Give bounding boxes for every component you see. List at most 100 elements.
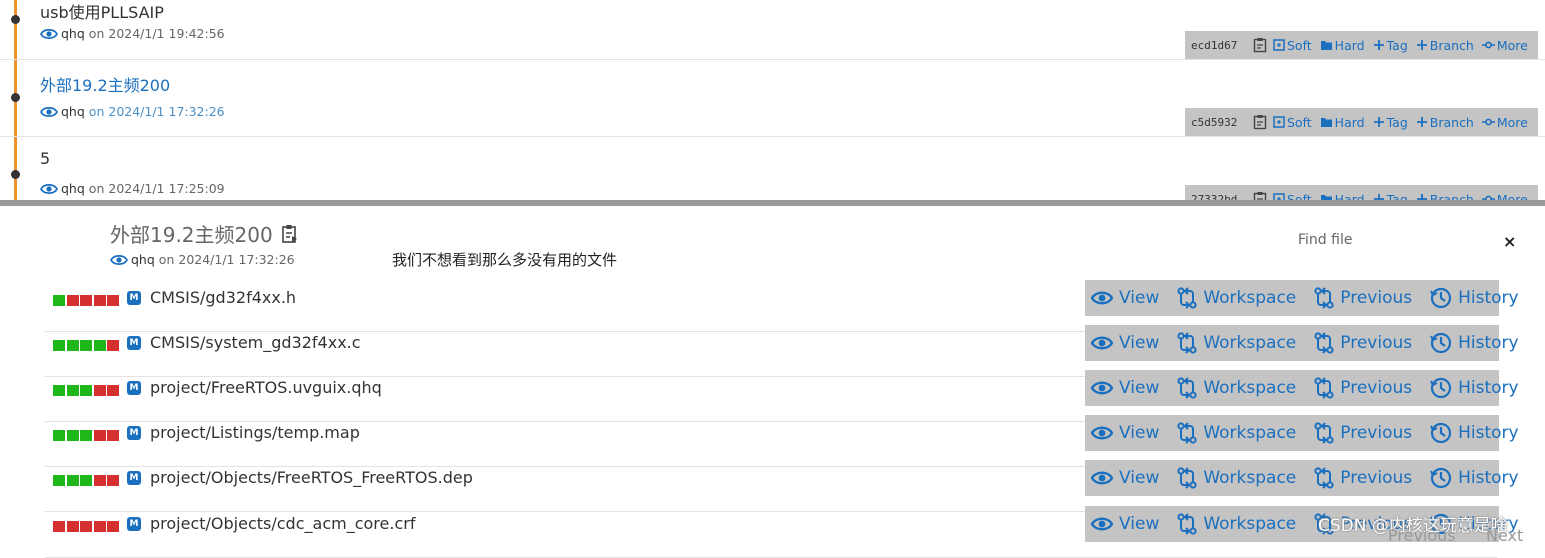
workspace-label: Workspace — [1203, 288, 1297, 308]
more-button[interactable]: More — [1481, 38, 1528, 53]
add-tag-button[interactable]: Tag — [1373, 192, 1408, 200]
compare-icon — [1177, 377, 1197, 399]
find-file-input[interactable]: Find file — [1298, 232, 1352, 248]
pager-previous[interactable]: Previous — [1388, 526, 1456, 545]
view-button[interactable]: View — [1091, 333, 1159, 353]
history-button[interactable]: History — [1430, 422, 1519, 444]
file-path[interactable]: CMSIS/system_gd32f4xx.c — [150, 333, 361, 352]
eye-icon — [40, 106, 58, 117]
plus-icon — [1416, 194, 1427, 200]
plus-icon — [1416, 117, 1427, 127]
diff-stat-block: r — [66, 295, 79, 306]
diff-stat-bars: ggggr — [53, 340, 121, 351]
diff-stat-block: g — [53, 475, 65, 486]
close-icon[interactable]: × — [1503, 232, 1516, 251]
commit-message[interactable]: usb使用PLLSAIP — [40, 0, 164, 23]
diff-stat-bars: grrrr — [53, 295, 121, 306]
history-label: History — [1458, 288, 1519, 308]
history-label: History — [1458, 468, 1519, 488]
commit-hash: c5d5932 — [1191, 115, 1238, 129]
workspace-button[interactable]: Workspace — [1177, 422, 1296, 444]
history-icon — [1430, 467, 1452, 489]
history-button[interactable]: History — [1430, 377, 1519, 399]
commit-message[interactable]: 外部19.2主频200 — [40, 72, 170, 96]
view-label: View — [1119, 378, 1160, 398]
diff-stat-block: r — [93, 430, 106, 441]
compare-icon — [1314, 287, 1334, 309]
history-button[interactable]: History — [1430, 467, 1519, 489]
view-button[interactable]: View — [1091, 378, 1159, 398]
history-label: History — [1458, 333, 1519, 353]
hard-reset-icon — [1320, 118, 1332, 127]
commit-date: 2024/1/1 19:42:56 — [108, 26, 225, 41]
file-path[interactable]: project/Listings/temp.map — [150, 423, 360, 442]
history-button[interactable]: History — [1430, 287, 1519, 309]
workspace-button[interactable]: Workspace — [1177, 513, 1296, 535]
diff-stat-block: r — [80, 521, 92, 532]
commit-row[interactable]: 5 qhq on 2024/1/1 17:25:09 27332bd Soft … — [0, 137, 1545, 200]
previous-button[interactable]: Previous — [1314, 467, 1412, 489]
clipboard-icon[interactable] — [1253, 191, 1267, 200]
pager-next[interactable]: Next — [1486, 526, 1523, 545]
file-path[interactable]: project/Objects/FreeRTOS_FreeRTOS.dep — [150, 468, 473, 487]
diff-stat-bars: gggrr — [53, 475, 121, 486]
add-tag-button[interactable]: Tag — [1373, 115, 1408, 130]
file-row[interactable]: rrrrrMproject/Objects/cdc_acm_core.crfVi… — [45, 506, 1519, 558]
add-branch-button[interactable]: Branch — [1416, 38, 1474, 53]
commit-message[interactable]: 5 — [40, 149, 50, 168]
view-eye-icon — [1091, 517, 1113, 531]
diff-stat-block: g — [66, 385, 79, 396]
view-button[interactable]: View — [1091, 514, 1159, 534]
file-path[interactable]: CMSIS/gd32f4xx.h — [150, 288, 296, 307]
previous-button[interactable]: Previous — [1314, 332, 1412, 354]
workspace-button[interactable]: Workspace — [1177, 332, 1296, 354]
hard-reset-button[interactable]: Hard — [1320, 38, 1365, 53]
add-tag-button[interactable]: Tag — [1373, 38, 1408, 53]
workspace-button[interactable]: Workspace — [1177, 287, 1296, 309]
view-eye-icon — [1091, 471, 1113, 485]
diff-stat-bars: gggrr — [53, 385, 121, 396]
soft-reset-button[interactable]: Soft — [1273, 192, 1312, 200]
more-icon — [1481, 41, 1495, 49]
diff-stat-block: r — [80, 295, 92, 306]
detail-meta: qhq on 2024/1/1 17:32:26 — [110, 252, 295, 267]
soft-reset-button[interactable]: Soft — [1273, 38, 1312, 53]
compare-icon — [1177, 467, 1197, 489]
commit-actions: c5d5932 Soft Hard Tag Branch More — [1185, 108, 1538, 136]
view-button[interactable]: View — [1091, 288, 1159, 308]
history-button[interactable]: History — [1430, 332, 1519, 354]
graph-line — [14, 137, 17, 200]
branch-label: Branch — [1429, 37, 1474, 53]
view-label: View — [1119, 288, 1160, 308]
clipboard-icon[interactable] — [1253, 114, 1267, 130]
previous-button[interactable]: Previous — [1314, 377, 1412, 399]
file-actions: View Workspace Previous History — [1085, 415, 1519, 451]
panel-resize-handle[interactable] — [0, 200, 1545, 206]
clipboard-icon[interactable] — [1253, 37, 1267, 53]
more-button[interactable]: More — [1481, 192, 1528, 200]
commit-row[interactable]: usb使用PLLSAIP qhq on 2024/1/1 19:42:56 ec… — [0, 0, 1545, 60]
file-path[interactable]: project/Objects/cdc_acm_core.crf — [150, 514, 415, 533]
more-button[interactable]: More — [1481, 115, 1528, 130]
view-button[interactable]: View — [1091, 423, 1159, 443]
commit-row[interactable]: 外部19.2主频200 qhq on 2024/1/1 17:32:26 c5d… — [0, 60, 1545, 137]
compare-icon — [1177, 332, 1197, 354]
hard-reset-button[interactable]: Hard — [1320, 192, 1365, 200]
add-branch-button[interactable]: Branch — [1416, 192, 1474, 200]
hard-reset-button[interactable]: Hard — [1320, 115, 1365, 130]
soft-reset-button[interactable]: Soft — [1273, 115, 1312, 130]
compare-icon — [1314, 467, 1334, 489]
hard-label: Hard — [1334, 37, 1365, 53]
add-branch-button[interactable]: Branch — [1416, 115, 1474, 130]
clipboard-icon[interactable] — [281, 224, 299, 244]
history-icon — [1430, 422, 1452, 444]
diff-stat-block: g — [53, 340, 65, 351]
workspace-button[interactable]: Workspace — [1177, 377, 1296, 399]
previous-button[interactable]: Previous — [1314, 422, 1412, 444]
diff-stat-bars: rrrrr — [53, 521, 121, 532]
workspace-button[interactable]: Workspace — [1177, 467, 1296, 489]
previous-button[interactable]: Previous — [1314, 287, 1412, 309]
view-button[interactable]: View — [1091, 468, 1159, 488]
history-icon — [1430, 377, 1452, 399]
file-path[interactable]: project/FreeRTOS.uvguix.qhq — [150, 378, 382, 397]
